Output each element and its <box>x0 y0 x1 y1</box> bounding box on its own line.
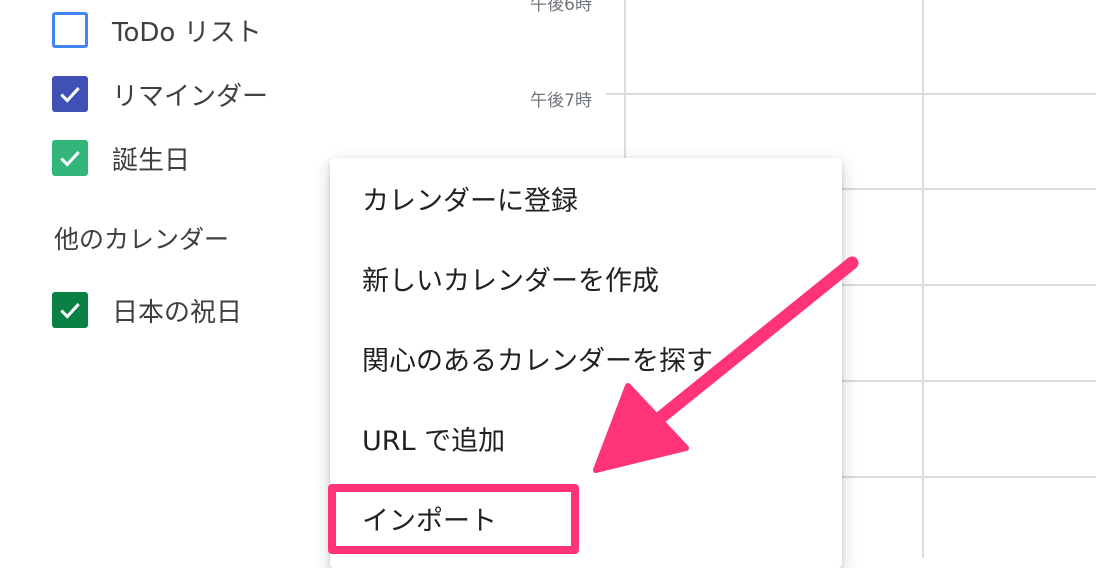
calendar-label: ToDo リスト <box>112 17 262 48</box>
calendar-label: 日本の祝日 <box>112 297 243 328</box>
calendar-label: 誕生日 <box>112 145 191 176</box>
day-column-divider <box>922 0 924 558</box>
calendar-label: リマインダー <box>112 81 269 112</box>
other-calendars-title[interactable]: 他のカレンダー <box>54 220 229 256</box>
japan-holidays-checkbox[interactable] <box>52 292 88 328</box>
calendar-item-japan-holidays[interactable]: 日本の祝日 <box>52 292 242 328</box>
menu-item-subscribe[interactable]: カレンダーに登録 <box>330 158 842 238</box>
check-icon <box>60 303 80 319</box>
todo-checkbox[interactable] <box>52 12 88 48</box>
menu-item-browse-calendars[interactable]: 関心のあるカレンダーを探す <box>330 318 842 398</box>
check-icon <box>60 87 80 103</box>
calendar-item-reminders[interactable]: リマインダー <box>52 76 268 112</box>
import-highlight-box <box>328 484 579 554</box>
hour-gridline <box>606 93 1096 95</box>
time-label-7pm: 午後7時 <box>530 91 592 111</box>
birthdays-checkbox[interactable] <box>52 140 88 176</box>
menu-item-from-url[interactable]: URL で追加 <box>330 398 842 478</box>
reminders-checkbox[interactable] <box>52 76 88 112</box>
time-label-6pm: 午後6時 <box>530 0 592 15</box>
menu-item-create-calendar[interactable]: 新しいカレンダーを作成 <box>330 238 842 318</box>
calendar-item-todo[interactable]: ToDo リスト <box>52 12 262 48</box>
check-icon <box>60 151 80 167</box>
calendar-item-birthdays[interactable]: 誕生日 <box>52 140 190 176</box>
